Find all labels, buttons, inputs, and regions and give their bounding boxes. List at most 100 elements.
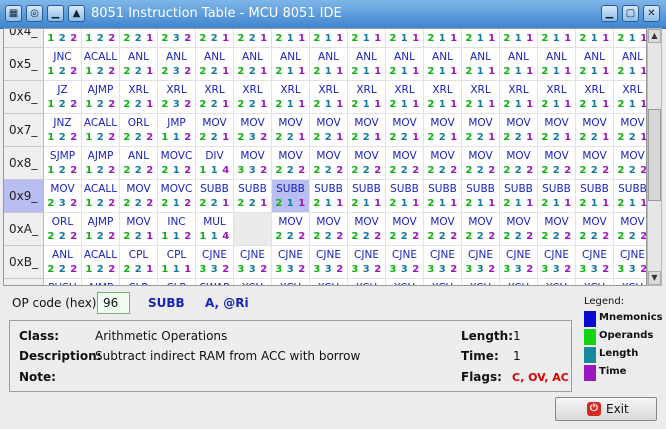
close-icon[interactable]: ✕ bbox=[643, 5, 660, 22]
instruction-cell[interactable] bbox=[234, 213, 272, 246]
instruction-cell[interactable]: MOV 2 2 2 bbox=[538, 147, 576, 180]
instruction-cell[interactable]: XRL 2 1 1 bbox=[538, 81, 576, 114]
instruction-cell[interactable]: MOV 2 2 2 bbox=[500, 147, 538, 180]
instruction-cell[interactable]: MOV 2 2 1 bbox=[424, 114, 462, 147]
instruction-cell[interactable]: XRL 2 1 1 bbox=[614, 81, 646, 114]
instruction-cell[interactable]: ANL 2 1 1 bbox=[614, 48, 646, 81]
instruction-cell[interactable]: CPL 1 1 1 bbox=[158, 246, 196, 279]
instruction-cell[interactable]: MOV 2 2 2 bbox=[120, 180, 158, 213]
instruction-cell[interactable]: MOV 2 2 1 bbox=[538, 114, 576, 147]
instruction-cell[interactable]: ACALL 1 2 2 bbox=[82, 48, 120, 81]
instruction-cell[interactable]: CJNE 3 3 2 bbox=[424, 246, 462, 279]
instruction-cell[interactable]: MOV 2 2 2 bbox=[614, 213, 646, 246]
instruction-cell[interactable]: CJNE 3 3 2 bbox=[386, 246, 424, 279]
instruction-cell[interactable]: ORL 2 2 2 bbox=[120, 114, 158, 147]
instruction-cell[interactable]: SUBB 2 1 1 bbox=[576, 180, 614, 213]
instruction-cell[interactable]: CJNE 3 3 2 bbox=[462, 246, 500, 279]
instruction-cell[interactable]: ANL 2 1 1 bbox=[348, 48, 386, 81]
instruction-cell[interactable]: MOVC 2 1 2 bbox=[158, 147, 196, 180]
instruction-cell[interactable]: MOV 2 2 2 bbox=[614, 147, 646, 180]
instruction-cell[interactable]: MOV 2 2 2 bbox=[462, 147, 500, 180]
instruction-cell[interactable]: CJNE 3 3 2 bbox=[348, 246, 386, 279]
instruction-cell[interactable]: 1 2 2 bbox=[44, 29, 82, 48]
app-menu-icon[interactable]: ▦ bbox=[5, 5, 22, 22]
instruction-cell[interactable]: SUBB 2 1 1 bbox=[272, 180, 310, 213]
instruction-cell[interactable]: XCH bbox=[234, 279, 272, 285]
instruction-cell[interactable]: MOV 2 2 2 bbox=[272, 213, 310, 246]
instruction-cell[interactable]: CJNE 3 3 2 bbox=[196, 246, 234, 279]
instruction-cell[interactable]: 2 1 1 bbox=[500, 29, 538, 48]
instruction-cell[interactable]: CLR bbox=[158, 279, 196, 285]
instruction-cell[interactable]: MOV 2 2 1 bbox=[310, 114, 348, 147]
minimize-icon[interactable]: ▁ bbox=[601, 5, 618, 22]
instruction-cell[interactable]: JNC 1 2 2 bbox=[44, 48, 82, 81]
instruction-cell[interactable]: 2 1 1 bbox=[538, 29, 576, 48]
exit-button[interactable]: ⏻ Exit bbox=[555, 397, 657, 421]
instruction-cell[interactable]: MOV 2 2 2 bbox=[462, 213, 500, 246]
opcode-input[interactable]: 96 bbox=[97, 292, 130, 314]
instruction-cell[interactable]: SWAP bbox=[196, 279, 234, 285]
instruction-cell[interactable]: XRL 2 1 1 bbox=[576, 81, 614, 114]
instruction-cell[interactable]: 1 2 2 bbox=[82, 29, 120, 48]
instruction-cell[interactable]: SUBB 2 1 1 bbox=[614, 180, 646, 213]
instruction-cell[interactable]: MOV 2 2 2 bbox=[348, 213, 386, 246]
instruction-cell[interactable]: XRL 2 2 1 bbox=[196, 81, 234, 114]
instruction-cell[interactable]: CJNE 3 3 2 bbox=[500, 246, 538, 279]
instruction-cell[interactable]: CJNE 3 3 2 bbox=[234, 246, 272, 279]
instruction-cell[interactable]: SUBB 2 2 1 bbox=[234, 180, 272, 213]
instruction-cell[interactable]: ANL 2 1 1 bbox=[424, 48, 462, 81]
instruction-cell[interactable]: MOV 2 2 2 bbox=[310, 213, 348, 246]
instruction-cell[interactable]: INC 1 1 2 bbox=[158, 213, 196, 246]
instruction-cell[interactable]: 2 2 1 bbox=[234, 29, 272, 48]
instruction-cell[interactable]: XRL 2 1 1 bbox=[310, 81, 348, 114]
instruction-cell[interactable]: XCH bbox=[538, 279, 576, 285]
instruction-cell[interactable]: XCH bbox=[614, 279, 646, 285]
instruction-cell[interactable]: MOV 2 2 1 bbox=[386, 114, 424, 147]
instruction-cell[interactable]: CJNE 3 3 2 bbox=[576, 246, 614, 279]
instruction-cell[interactable]: ANL 2 2 2 bbox=[120, 147, 158, 180]
instruction-cell[interactable]: ANL 2 1 1 bbox=[310, 48, 348, 81]
instruction-cell[interactable]: XRL 2 2 1 bbox=[234, 81, 272, 114]
instruction-cell[interactable]: ANL 2 3 2 bbox=[158, 48, 196, 81]
instruction-cell[interactable]: ANL 2 2 1 bbox=[234, 48, 272, 81]
instruction-cell[interactable]: SUBB 2 1 1 bbox=[462, 180, 500, 213]
instruction-cell[interactable]: ANL 2 1 1 bbox=[272, 48, 310, 81]
instruction-cell[interactable]: CJNE 3 3 2 bbox=[538, 246, 576, 279]
instruction-cell[interactable]: 2 1 1 bbox=[424, 29, 462, 48]
instruction-cell[interactable]: SUBB 2 1 1 bbox=[538, 180, 576, 213]
instruction-cell[interactable]: 2 1 1 bbox=[272, 29, 310, 48]
instruction-cell[interactable]: CJNE 3 3 2 bbox=[614, 246, 646, 279]
instruction-cell[interactable]: MOV 2 2 2 bbox=[576, 147, 614, 180]
instruction-cell[interactable]: PUSH bbox=[44, 279, 82, 285]
instruction-cell[interactable]: 2 3 2 bbox=[158, 29, 196, 48]
instruction-cell[interactable]: MOV 2 3 2 bbox=[234, 114, 272, 147]
instruction-cell[interactable]: ORL 2 2 2 bbox=[44, 213, 82, 246]
instruction-cell[interactable]: MOV 2 2 2 bbox=[424, 147, 462, 180]
instruction-cell[interactable]: ANL 2 1 1 bbox=[386, 48, 424, 81]
instruction-cell[interactable]: XCH bbox=[310, 279, 348, 285]
instruction-cell[interactable]: MOV 2 2 2 bbox=[310, 147, 348, 180]
instruction-cell[interactable]: ANL 2 1 1 bbox=[462, 48, 500, 81]
instruction-cell[interactable]: AJMP 1 2 2 bbox=[82, 81, 120, 114]
instruction-cell[interactable]: MOV 2 2 1 bbox=[272, 114, 310, 147]
instruction-cell[interactable]: SUBB 2 1 1 bbox=[424, 180, 462, 213]
instruction-cell[interactable]: AJMP 1 2 2 bbox=[82, 213, 120, 246]
instruction-cell[interactable]: 2 1 1 bbox=[576, 29, 614, 48]
instruction-cell[interactable]: XCH bbox=[272, 279, 310, 285]
instruction-cell[interactable]: XRL 2 3 2 bbox=[158, 81, 196, 114]
instruction-cell[interactable]: JNZ 1 2 2 bbox=[44, 114, 82, 147]
instruction-cell[interactable]: ACALL 1 2 2 bbox=[82, 246, 120, 279]
instruction-cell[interactable]: MOV 2 2 1 bbox=[462, 114, 500, 147]
instruction-cell[interactable]: SJMP 1 2 2 bbox=[44, 147, 82, 180]
instruction-cell[interactable]: MOV 2 2 2 bbox=[538, 213, 576, 246]
maximize-icon[interactable]: ▲ bbox=[68, 5, 85, 22]
instruction-cell[interactable]: MUL 1 1 4 bbox=[196, 213, 234, 246]
instruction-cell[interactable]: CLR bbox=[120, 279, 158, 285]
instruction-cell[interactable]: XCH bbox=[348, 279, 386, 285]
scrollbar-thumb[interactable] bbox=[648, 109, 661, 201]
instruction-cell[interactable]: JZ 1 2 2 bbox=[44, 81, 82, 114]
instruction-cell[interactable]: XRL 2 1 1 bbox=[462, 81, 500, 114]
instruction-cell[interactable]: XRL 2 1 1 bbox=[348, 81, 386, 114]
instruction-cell[interactable]: 2 2 1 bbox=[196, 29, 234, 48]
vertical-scrollbar[interactable]: ▲ ▼ bbox=[647, 28, 662, 286]
